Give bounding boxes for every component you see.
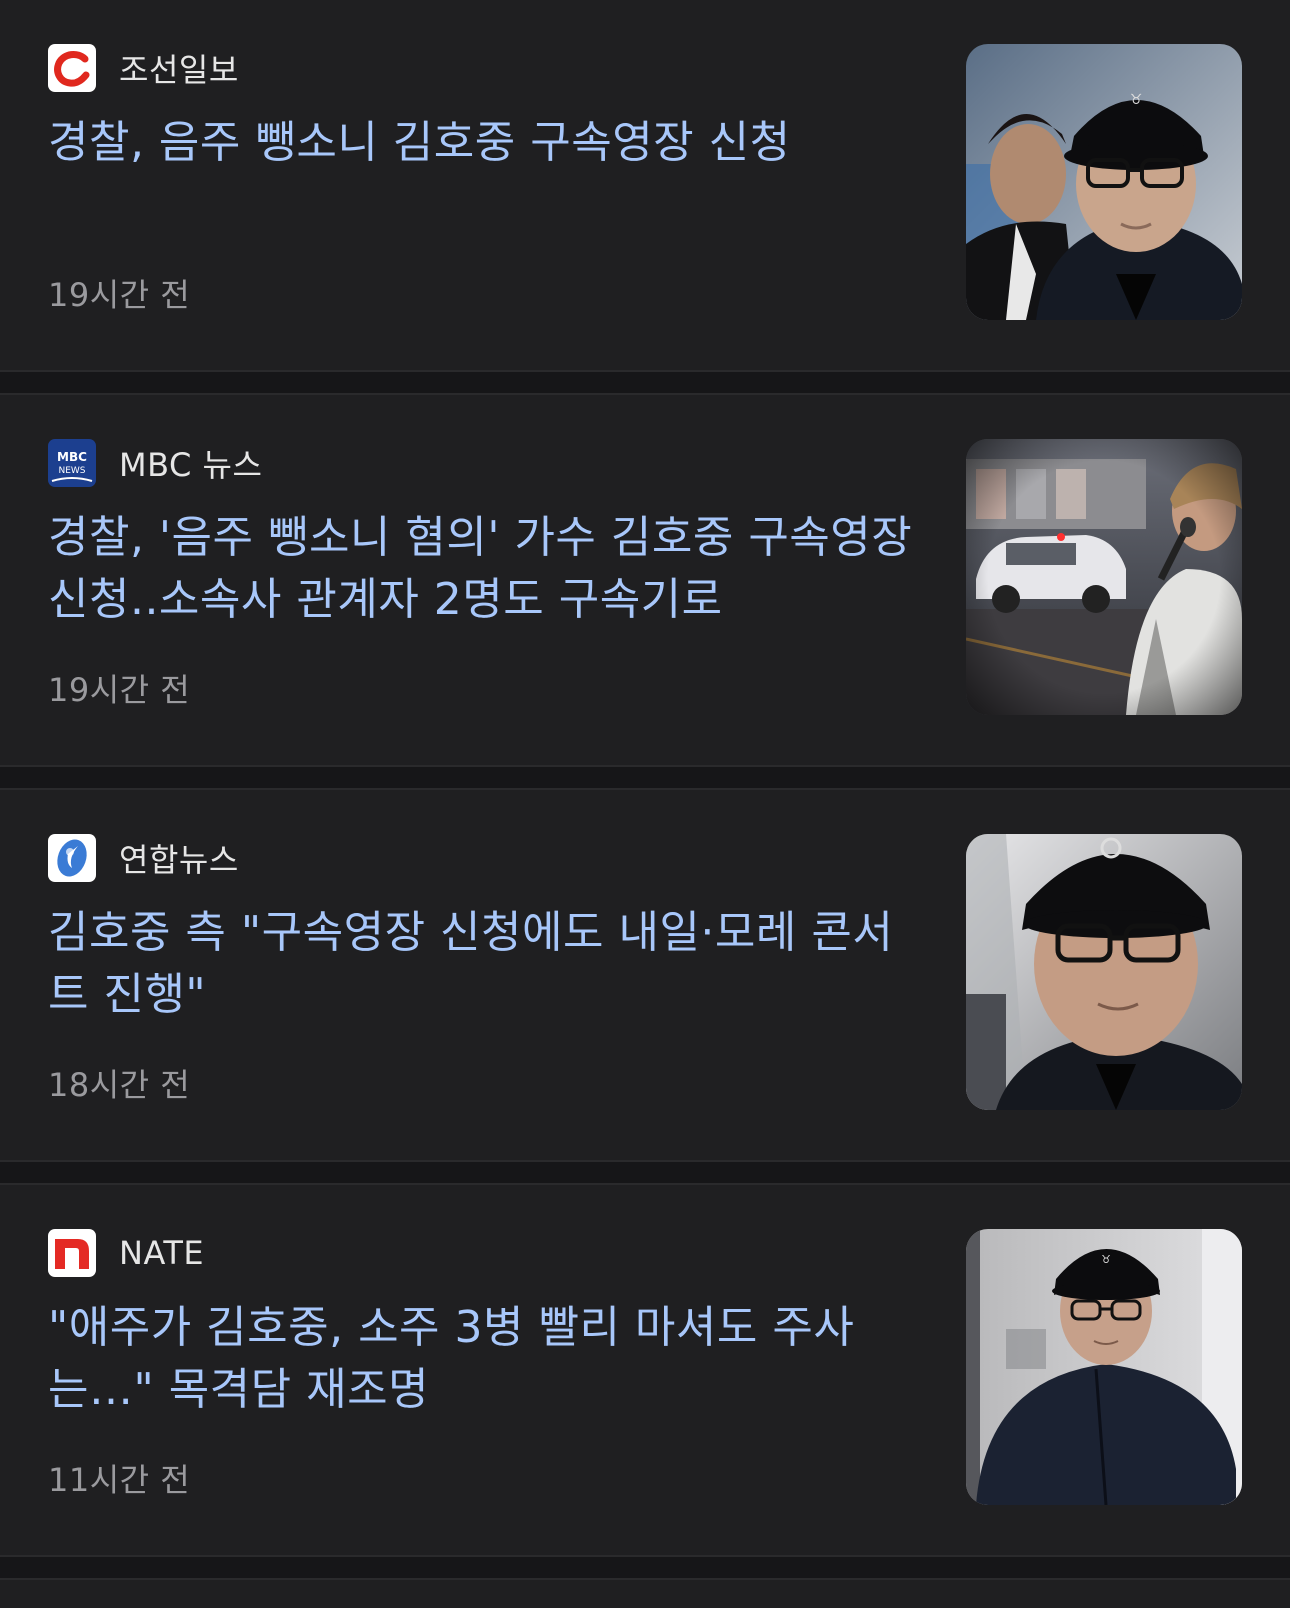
timestamp: 18시간 전 xyxy=(48,1066,191,1104)
news-feed: 조선일보 경찰, 음주 뺑소니 김호중 구속영장 신청 19시간 전 ♉ MBC… xyxy=(0,0,1290,1608)
svg-text:NEWS: NEWS xyxy=(58,466,85,476)
source-name: 연합뉴스 xyxy=(119,841,239,879)
separator xyxy=(0,1555,1290,1580)
news-source[interactable]: 조선일보 xyxy=(48,44,239,92)
news-card[interactable]: 조선일보 경찰, 음주 뺑소니 김호중 구속영장 신청 19시간 전 ♉ xyxy=(0,0,1290,370)
news-source[interactable]: MBC NEWS MBC 뉴스 xyxy=(48,439,262,487)
news-source[interactable]: NATE xyxy=(48,1229,204,1277)
timestamp: 11시간 전 xyxy=(48,1461,191,1499)
separator xyxy=(0,370,1290,395)
svg-text:♉: ♉ xyxy=(1101,1253,1111,1266)
thumbnail-image[interactable]: ♉ xyxy=(966,44,1242,320)
thumbnail-image[interactable]: ♉ xyxy=(966,1229,1242,1505)
timestamp: 19시간 전 xyxy=(48,671,191,709)
timestamp: 19시간 전 xyxy=(48,276,191,314)
source-name: NATE xyxy=(119,1234,205,1272)
headline-link[interactable]: 경찰, '음주 뺑소니 혐의' 가수 김호중 구속영장 신청..소속사 관계자 … xyxy=(48,507,918,631)
chosun-logo-icon xyxy=(48,44,96,92)
source-name: 조선일보 xyxy=(119,51,239,89)
thumbnail-image[interactable] xyxy=(966,834,1242,1110)
yonhap-logo-icon xyxy=(48,834,96,882)
headline-link[interactable]: "애주가 김호중, 소주 3병 빨리 마셔도 주사는…" 목격담 재조명 xyxy=(48,1297,918,1421)
source-name: MBC 뉴스 xyxy=(119,446,263,484)
svg-text:♉: ♉ xyxy=(1130,92,1143,108)
mbc-news-logo-icon: MBC NEWS xyxy=(48,439,96,487)
news-card[interactable]: MBC NEWS MBC 뉴스 경찰, '음주 뺑소니 혐의' 가수 김호중 구… xyxy=(0,395,1290,765)
separator xyxy=(0,765,1290,790)
headline-link[interactable]: 경찰, 음주 뺑소니 김호중 구속영장 신청 xyxy=(48,112,918,174)
thumbnail-image[interactable] xyxy=(966,439,1242,715)
next-card-edge xyxy=(0,1580,1290,1608)
news-card[interactable]: NATE "애주가 김호중, 소주 3병 빨리 마셔도 주사는…" 목격담 재조… xyxy=(0,1185,1290,1555)
svg-text:MBC: MBC xyxy=(57,450,87,464)
news-card[interactable]: 연합뉴스 김호중 측 "구속영장 신청에도 내일·모레 콘서트 진행" 18시간… xyxy=(0,790,1290,1160)
nate-logo-icon xyxy=(48,1229,96,1277)
separator xyxy=(0,1160,1290,1185)
news-source[interactable]: 연합뉴스 xyxy=(48,834,239,882)
headline-link[interactable]: 김호중 측 "구속영장 신청에도 내일·모레 콘서트 진행" xyxy=(48,902,918,1026)
